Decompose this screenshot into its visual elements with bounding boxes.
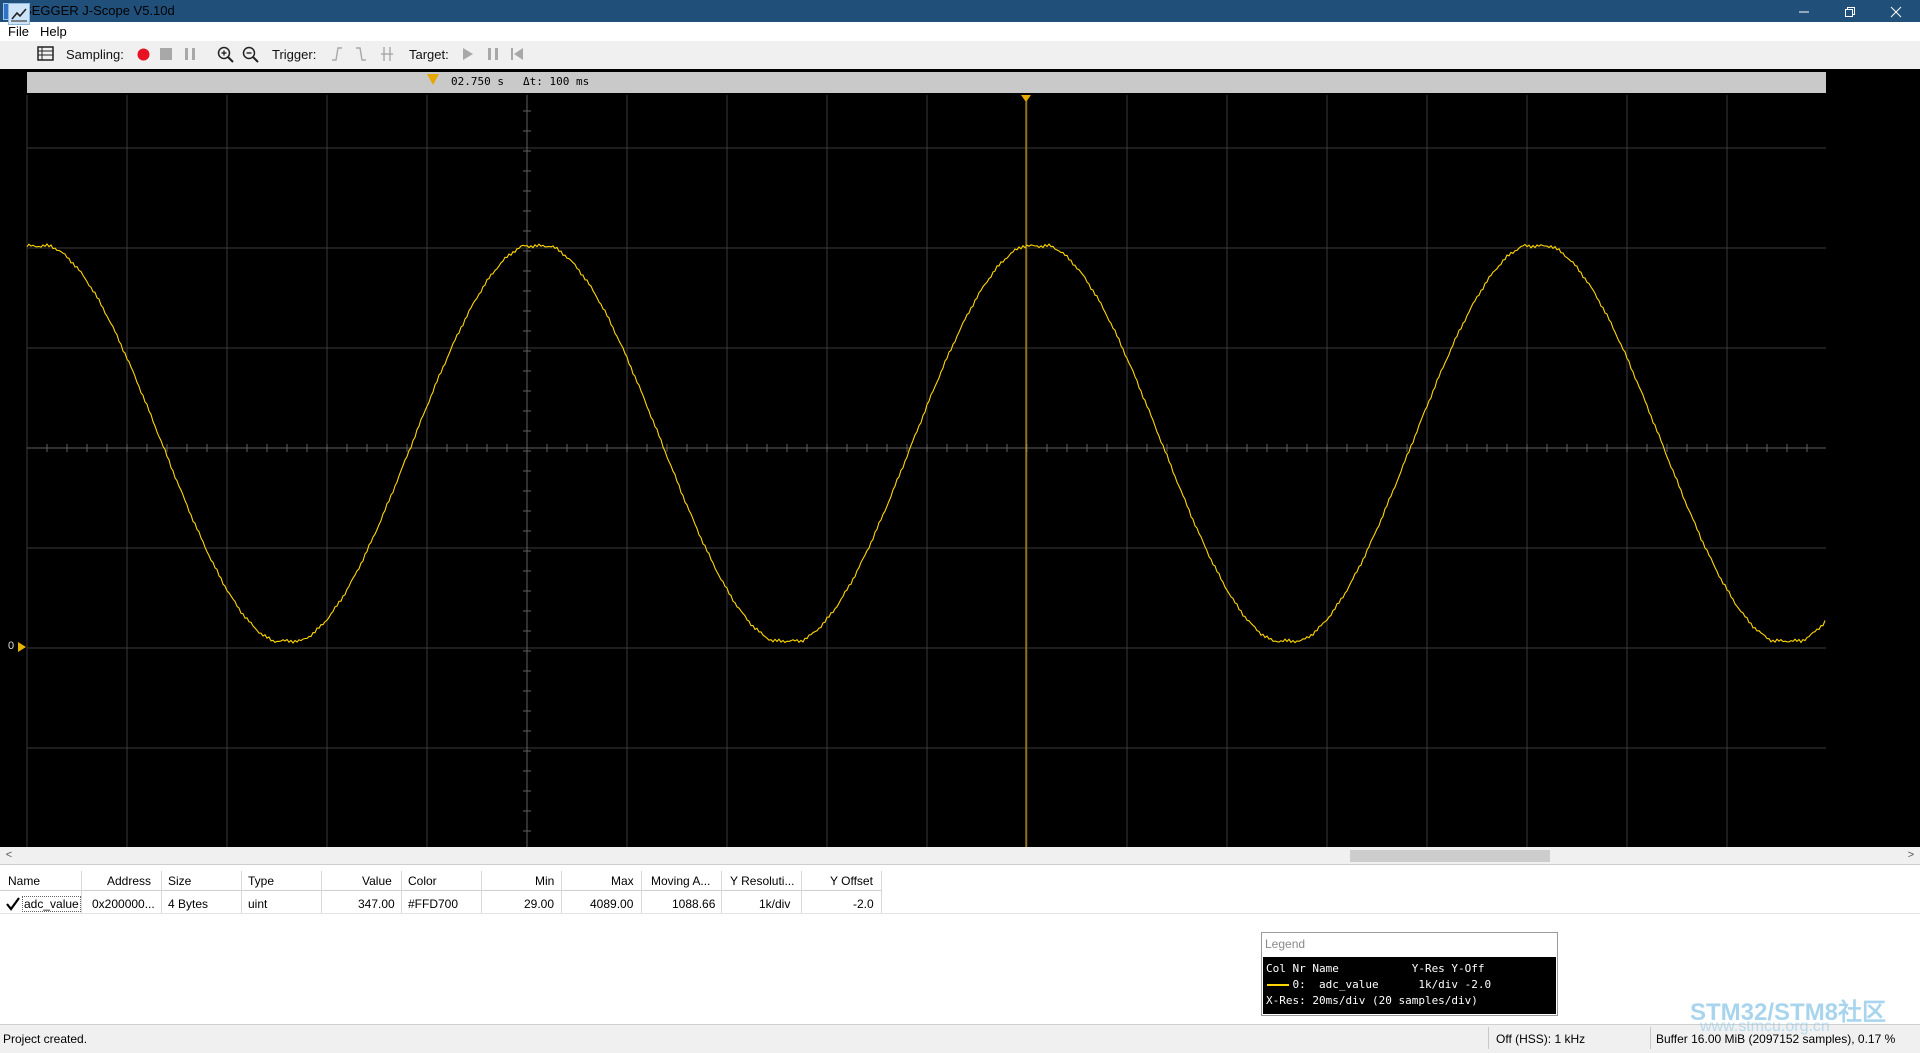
cell-size[interactable]: 4 Bytes bbox=[168, 897, 208, 911]
cell-y-resolution[interactable]: 1k/div bbox=[759, 897, 790, 911]
restore-button[interactable] bbox=[1827, 0, 1873, 22]
target-halt-button[interactable] bbox=[487, 47, 499, 64]
channel-enabled-checkbox[interactable] bbox=[6, 897, 20, 914]
title-bar bbox=[0, 0, 1920, 22]
column-divider[interactable] bbox=[161, 871, 162, 914]
legend-title: Legend bbox=[1265, 937, 1306, 951]
col-header-min[interactable]: Min bbox=[535, 874, 554, 888]
col-header-type[interactable]: Type bbox=[248, 874, 274, 888]
table-view-button[interactable] bbox=[37, 46, 54, 65]
scope-plot[interactable] bbox=[0, 69, 1920, 847]
target-run-button[interactable] bbox=[462, 47, 474, 64]
horizontal-scrollbar[interactable] bbox=[0, 847, 1920, 864]
col-header-moving-avg[interactable]: Moving A... bbox=[651, 874, 710, 888]
legend-entry: 0: adc_value 1k/div -2.0 bbox=[1266, 978, 1492, 991]
col-header-name[interactable]: Name bbox=[8, 874, 40, 888]
zoom-in-button[interactable] bbox=[217, 46, 234, 66]
cell-type[interactable]: uint bbox=[248, 897, 267, 911]
zero-level-marker-icon[interactable] bbox=[18, 642, 26, 652]
close-button[interactable] bbox=[1873, 0, 1919, 22]
column-divider[interactable] bbox=[81, 871, 82, 914]
stop-icon bbox=[160, 48, 172, 60]
line-chart-icon bbox=[11, 8, 27, 22]
scroll-left-icon[interactable]: < bbox=[2, 847, 16, 864]
cell-address[interactable]: 0x200000... bbox=[92, 897, 155, 911]
pause-icon bbox=[185, 48, 195, 60]
cell-value: 347.00 bbox=[358, 897, 395, 911]
status-bar bbox=[0, 1024, 1920, 1053]
status-divider bbox=[1488, 1027, 1489, 1049]
column-divider[interactable] bbox=[721, 871, 722, 914]
col-header-max[interactable]: Max bbox=[611, 874, 634, 888]
zero-level-label: 0 bbox=[8, 640, 15, 652]
column-divider[interactable] bbox=[481, 871, 482, 914]
table-header-divider bbox=[0, 890, 882, 891]
cell-min: 29.00 bbox=[524, 897, 555, 911]
cell-max: 4089.00 bbox=[590, 897, 634, 911]
rising-edge-icon bbox=[332, 47, 342, 61]
window-title: SEGGER J-Scope V5.10d bbox=[23, 3, 175, 18]
minimize-icon bbox=[1799, 11, 1809, 13]
menu-bar bbox=[0, 22, 1920, 41]
legend-x-resolution: X-Res: 20ms/div (20 samples/div) bbox=[1266, 994, 1478, 1007]
column-divider[interactable] bbox=[801, 871, 802, 914]
minimize-button[interactable] bbox=[1781, 0, 1827, 22]
zoom-out-button[interactable] bbox=[242, 46, 259, 66]
status-divider bbox=[1650, 1027, 1651, 1049]
table-row-divider bbox=[0, 913, 1920, 914]
column-divider[interactable] bbox=[241, 871, 242, 914]
col-header-size[interactable]: Size bbox=[168, 874, 191, 888]
menu-file[interactable]: File bbox=[8, 24, 29, 39]
column-divider[interactable] bbox=[641, 871, 642, 914]
sampling-label: Sampling: bbox=[66, 47, 124, 62]
status-message: Project created. bbox=[3, 1032, 88, 1046]
stop-button[interactable] bbox=[160, 48, 172, 63]
pause-button[interactable] bbox=[184, 48, 196, 63]
trigger-both-button[interactable] bbox=[380, 46, 394, 65]
restore-icon bbox=[1845, 7, 1855, 18]
scope-grid bbox=[26, 95, 1826, 847]
play-icon bbox=[463, 48, 473, 60]
column-divider[interactable] bbox=[881, 871, 882, 914]
reset-icon bbox=[511, 48, 523, 60]
graph-view-button[interactable] bbox=[8, 3, 30, 25]
pause-icon bbox=[488, 48, 498, 60]
scroll-right-icon[interactable]: > bbox=[1904, 847, 1918, 864]
record-icon bbox=[137, 48, 150, 61]
scrollbar-thumb[interactable] bbox=[1350, 850, 1550, 862]
column-divider[interactable] bbox=[321, 871, 322, 914]
close-icon bbox=[1890, 6, 1902, 18]
cell-name[interactable]: adc_value bbox=[22, 896, 81, 912]
col-header-color[interactable]: Color bbox=[408, 874, 437, 888]
cell-color[interactable]: #FFD700 bbox=[408, 897, 458, 911]
target-label: Target: bbox=[409, 47, 449, 62]
trigger-falling-button[interactable] bbox=[355, 46, 367, 65]
trigger-rising-button[interactable] bbox=[331, 46, 343, 65]
falling-edge-icon bbox=[356, 47, 366, 61]
col-header-y-offset[interactable]: Y Offset bbox=[830, 874, 873, 888]
checkmark-icon bbox=[6, 897, 20, 911]
zoom-out-icon bbox=[242, 46, 259, 63]
trigger-label: Trigger: bbox=[272, 47, 317, 62]
col-header-y-resolution[interactable]: Y Resoluti... bbox=[730, 874, 794, 888]
column-divider[interactable] bbox=[401, 871, 402, 914]
col-header-address[interactable]: Address bbox=[107, 874, 151, 888]
legend-header: Col Nr Name Y-Res Y-Off bbox=[1266, 962, 1485, 975]
cursor-top-marker-icon bbox=[1021, 95, 1031, 102]
column-divider[interactable] bbox=[561, 871, 562, 914]
table-icon bbox=[37, 46, 54, 61]
cell-y-offset[interactable]: -2.0 bbox=[853, 897, 874, 911]
record-button[interactable] bbox=[137, 48, 150, 64]
status-speed: Off (HSS): 1 kHz bbox=[1496, 1032, 1586, 1046]
zoom-in-icon bbox=[217, 46, 234, 63]
adc-value-trace bbox=[26, 243, 1826, 644]
menu-help[interactable]: Help bbox=[40, 24, 67, 39]
both-edges-icon bbox=[381, 47, 393, 61]
target-reset-button[interactable] bbox=[510, 47, 524, 64]
col-header-value[interactable]: Value bbox=[362, 874, 392, 888]
cell-moving-avg: 1088.66 bbox=[672, 897, 716, 911]
channel-table bbox=[0, 864, 1920, 1025]
watermark-url: www.stmcu.org.cn bbox=[1700, 1018, 1830, 1035]
